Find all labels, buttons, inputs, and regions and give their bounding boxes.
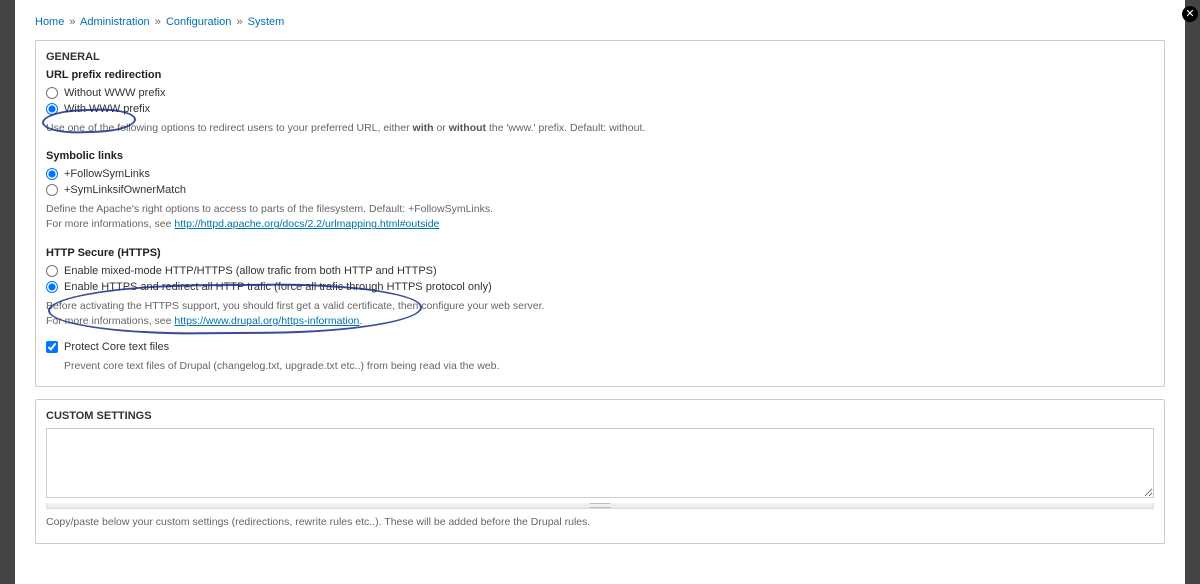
radio-symlinks-owner-input[interactable] [46, 184, 58, 196]
breadcrumb-configuration[interactable]: Configuration [166, 16, 231, 28]
general-panel: GENERAL URL prefix redirection Without W… [35, 40, 1165, 387]
custom-settings-panel: CUSTOM SETTINGS Copy/paste below your cu… [35, 399, 1165, 543]
radio-https-mixed-input[interactable] [46, 265, 58, 277]
radio-https-mixed-label: Enable mixed-mode HTTP/HTTPS (allow traf… [64, 265, 437, 277]
breadcrumb-administration[interactable]: Administration [80, 16, 150, 28]
symlinks-help: Define the Apache's right options to acc… [46, 202, 1154, 232]
protect-core-help: Prevent core text files of Drupal (chang… [64, 359, 1154, 374]
radio-with-www-input[interactable] [46, 103, 58, 115]
breadcrumb-sep: » [155, 16, 161, 28]
radio-with-www[interactable]: With WWW prefix [46, 103, 1154, 115]
radio-https-force[interactable]: Enable HTTPS and redirect all HTTP trafi… [46, 281, 1154, 293]
https-doc-link[interactable]: https://www.drupal.org/https-information [174, 315, 359, 327]
breadcrumb-home[interactable]: Home [35, 16, 64, 28]
checkbox-protect-core[interactable]: Protect Core text files [46, 341, 1154, 353]
checkbox-protect-core-label: Protect Core text files [64, 341, 169, 353]
radio-symlinks-owner[interactable]: +SymLinksifOwnerMatch [46, 184, 1154, 196]
https-header: HTTP Secure (HTTPS) [46, 247, 1154, 259]
checkbox-protect-core-input[interactable] [46, 341, 58, 353]
textarea-resize-handle[interactable] [46, 503, 1154, 509]
radio-without-www[interactable]: Without WWW prefix [46, 87, 1154, 99]
url-prefix-header: URL prefix redirection [46, 69, 1154, 81]
radio-https-force-label: Enable HTTPS and redirect all HTTP trafi… [64, 281, 492, 293]
radio-https-force-input[interactable] [46, 281, 58, 293]
radio-without-www-label: Without WWW prefix [64, 87, 165, 99]
close-icon[interactable]: ✕ [1182, 6, 1198, 22]
radio-with-www-label: With WWW prefix [64, 103, 150, 115]
radio-follow-symlinks[interactable]: +FollowSymLinks [46, 168, 1154, 180]
custom-settings-title: CUSTOM SETTINGS [36, 400, 1164, 428]
radio-follow-symlinks-label: +FollowSymLinks [64, 168, 150, 180]
radio-without-www-input[interactable] [46, 87, 58, 99]
breadcrumb: Home » Administration » Configuration » … [35, 16, 1165, 28]
radio-symlinks-owner-label: +SymLinksifOwnerMatch [64, 184, 186, 196]
custom-settings-textarea[interactable] [46, 428, 1154, 498]
general-title: GENERAL [36, 41, 1164, 69]
url-prefix-help: Use one of the following options to redi… [46, 121, 1154, 136]
symlinks-doc-link[interactable]: http://httpd.apache.org/docs/2.2/urlmapp… [174, 218, 439, 230]
breadcrumb-sep: » [236, 16, 242, 28]
breadcrumb-system[interactable]: System [248, 16, 285, 28]
radio-https-mixed[interactable]: Enable mixed-mode HTTP/HTTPS (allow traf… [46, 265, 1154, 277]
https-help: Before activating the HTTPS support, you… [46, 299, 1154, 329]
breadcrumb-sep: » [69, 16, 75, 28]
custom-settings-help: Copy/paste below your custom settings (r… [46, 515, 1154, 530]
radio-follow-symlinks-input[interactable] [46, 168, 58, 180]
symlinks-header: Symbolic links [46, 150, 1154, 162]
